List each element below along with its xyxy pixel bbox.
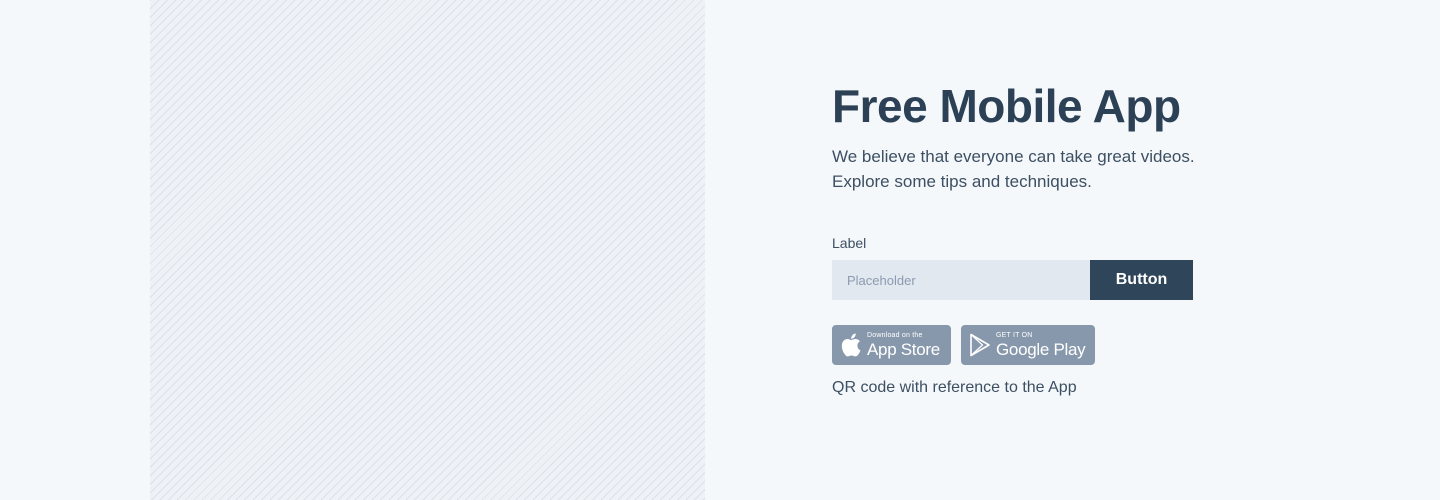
submit-button[interactable]: Button <box>1090 260 1193 300</box>
hero-description: We believe that everyone can take great … <box>832 147 1195 191</box>
signup-form: Button <box>832 260 1193 300</box>
input-label: Label <box>832 235 867 251</box>
google-play-badge-text: GET IT ON Google Play <box>996 332 1086 359</box>
page-title: Free Mobile App <box>832 80 1181 132</box>
apple-icon <box>840 333 862 357</box>
app-store-badge[interactable]: Download on the App Store <box>832 325 951 365</box>
image-placeholder <box>150 0 705 500</box>
qr-code-caption: QR code with reference to the App <box>832 379 1077 396</box>
store-badges: Download on the App Store GET IT ON Goog… <box>832 325 1252 365</box>
google-play-badge[interactable]: GET IT ON Google Play <box>961 325 1095 365</box>
google-play-small-text: GET IT ON <box>996 332 1033 339</box>
google-play-large-text: Google Play <box>996 340 1086 359</box>
app-store-large-text: App Store <box>867 340 940 359</box>
hero-content: Free Mobile App We believe that everyone… <box>832 78 1252 399</box>
app-store-small-text: Download on the <box>867 332 923 339</box>
google-play-icon <box>969 333 991 357</box>
text-input[interactable] <box>832 260 1090 300</box>
app-store-badge-text: Download on the App Store <box>867 332 940 358</box>
